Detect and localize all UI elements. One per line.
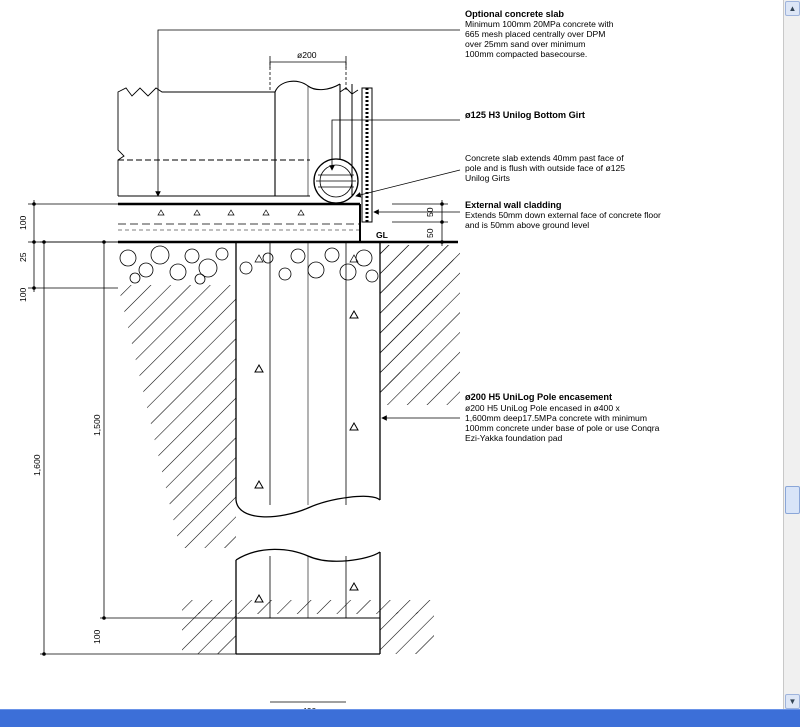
note-extend-line: Concrete slab extends 40mm past face of [465,153,624,163]
scroll-thumb[interactable] [785,486,800,514]
wall-cladding [351,84,373,223]
note-slab-line: 100mm compacted basecourse. [465,49,587,59]
note-encasement-line: ø200 H5 UniLog Pole encased in ø400 x [465,403,620,413]
dim-25: 25 [18,252,28,262]
dim-50b: 50 [425,228,435,238]
scroll-down-button[interactable]: ▼ [785,694,800,709]
note-girt-title: ø125 H3 Unilog Bottom Girt [465,110,585,120]
note-cladding-title: External wall cladding [465,200,562,210]
note-cladding-line: Extends 50mm down external face of concr… [465,210,661,220]
vertical-scrollbar[interactable]: ▲ ▼ [783,0,800,710]
note-encasement-line: Ezi-Yakka foundation pad [465,433,563,443]
dim-1500: 1,500 [92,414,102,436]
note-encasement-line: 100mm concrete under base of pole or use… [465,423,660,433]
taskbar [0,709,800,727]
note-extend-line: Unilog Girts [465,173,510,183]
dim-100-bottom: 100 [92,629,102,644]
dim-100-mid: 100 [18,287,28,302]
floor-framing [117,87,359,196]
note-optional-slab: Optional concrete slab Minimum 100mm 20M… [465,9,614,59]
note-cladding: External wall cladding Extends 50mm down… [465,200,661,230]
dim-50a: 50 [425,207,435,217]
bottom-girt [313,158,359,204]
dim-100-top: 100 [18,215,28,230]
scroll-up-button[interactable]: ▲ [785,1,800,16]
note-extend-line: pole and is flush with outside face of ø… [465,163,625,173]
note-encasement-title: ø200 H5 UniLog Pole encasement [465,392,612,402]
note-slab-line: over 25mm sand over minimum [465,39,585,49]
dim-pole-dia: ø200 [297,50,317,60]
concrete-slab [118,195,458,244]
construction-detail-drawing: ø200 GL 50 50 100 25 100 1,600 1,500 100… [18,9,661,710]
pole-upper [274,80,341,196]
dim-gl: GL [376,230,388,240]
note-slab-line: Minimum 100mm 20MPa concrete with [465,19,614,29]
note-encasement-line: 1,600mm deep17.5MPa concrete with minimu… [465,413,647,423]
note-slab-title: Optional concrete slab [465,9,564,19]
pole-encasement [235,242,381,655]
note-cladding-line: and is 50mm above ground level [465,220,589,230]
note-encasement: ø200 H5 UniLog Pole encasement ø200 H5 U… [465,392,660,443]
note-slab-line: 665 mesh placed centrally over DPM [465,29,605,39]
soil-hatching [118,245,460,654]
note-slab-extends: Concrete slab extends 40mm past face of … [465,153,625,183]
dim-1600: 1,600 [32,454,42,476]
